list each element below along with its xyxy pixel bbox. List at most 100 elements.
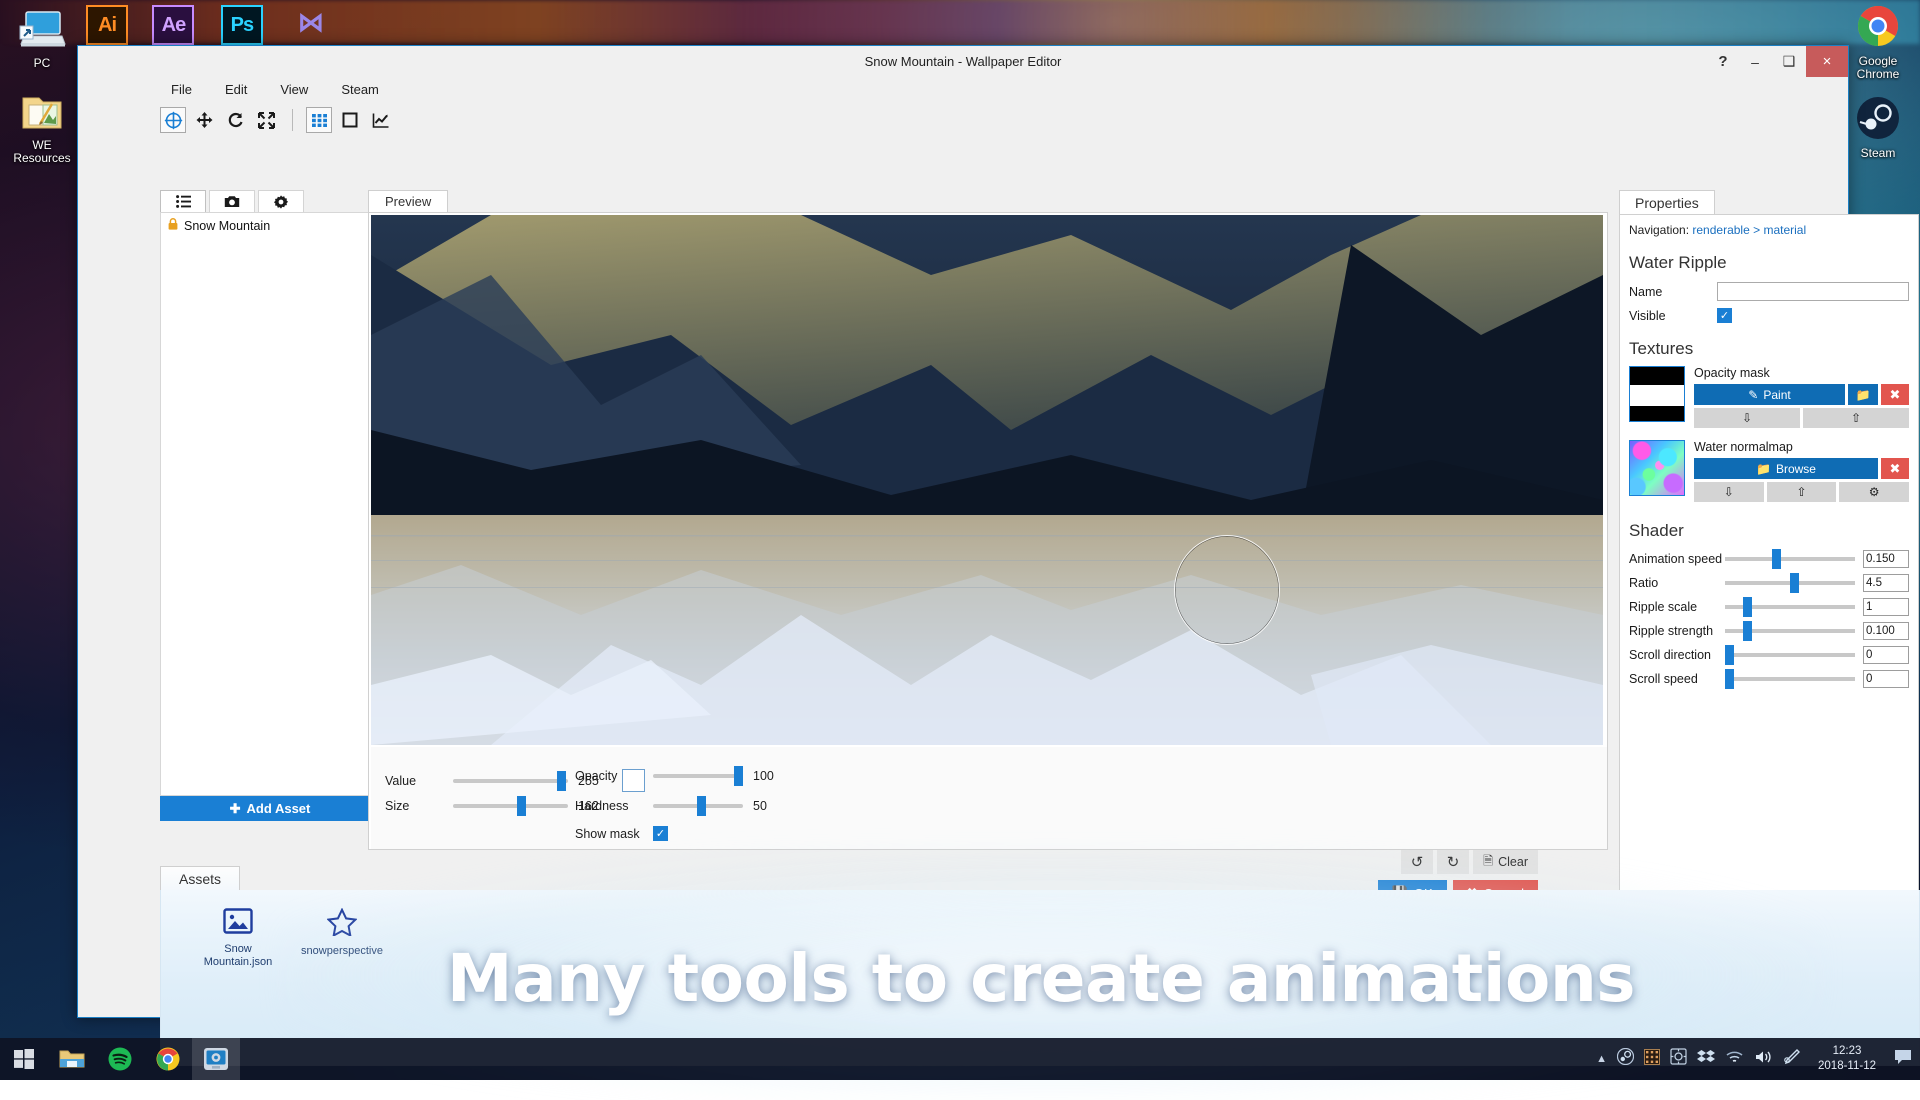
desktop-icon-chrome[interactable]: Google Chrome <box>1840 4 1916 81</box>
shader-param-slider[interactable] <box>1725 581 1855 585</box>
preview-panel: Preview <box>368 190 1618 850</box>
dropbox-tray-icon[interactable] <box>1697 1049 1715 1070</box>
desktop-icon-steam[interactable]: Steam <box>1840 96 1916 160</box>
asset-tile-snow-mountain-json[interactable]: Snow Mountain.json <box>183 908 293 969</box>
brush-hardness-slider[interactable] <box>653 804 743 808</box>
scale-tool-button[interactable] <box>253 107 279 133</box>
water-normalmap-thumbnail[interactable] <box>1629 440 1685 496</box>
visual-studio-icon[interactable]: ⋈ <box>289 2 331 42</box>
slider-thumb[interactable] <box>557 771 566 791</box>
slider-thumb[interactable] <box>697 796 706 816</box>
photoshop-icon[interactable]: Ps <box>221 5 263 45</box>
file-explorer-button[interactable] <box>48 1038 96 1080</box>
opacity-mask-delete-button[interactable]: ✖ <box>1881 384 1909 405</box>
steam-tray-icon[interactable] <box>1617 1048 1634 1070</box>
notification-icon[interactable] <box>1894 1049 1912 1070</box>
wallpaper-engine-tray-icon[interactable] <box>1644 1049 1660 1070</box>
rotate-tool-button[interactable] <box>222 107 248 133</box>
maximize-button[interactable]: ❑ <box>1772 46 1806 77</box>
speaker-icon[interactable] <box>1754 1049 1773 1070</box>
brush-hardness-readout: 50 <box>753 799 767 813</box>
opacity-mask-export-button[interactable]: ⇧ <box>1803 408 1909 428</box>
wallpaper-engine-button[interactable] <box>192 1038 240 1080</box>
texture-opacity-mask: Opacity mask ✎ Paint 📁 ✖ <box>1629 366 1909 431</box>
image-file-icon <box>183 908 293 938</box>
minimize-button[interactable]: – <box>1738 46 1772 77</box>
tab-properties[interactable]: Properties <box>1619 190 1715 214</box>
shader-param-animation-speed: Animation speed 0.150 <box>1629 550 1909 568</box>
asset-tree[interactable]: Snow Mountain <box>160 212 380 796</box>
slider-thumb[interactable] <box>1743 621 1752 641</box>
breadcrumb-renderable[interactable]: renderable <box>1692 223 1749 237</box>
spotify-button[interactable] <box>96 1038 144 1080</box>
chrome-button[interactable] <box>144 1038 192 1080</box>
layers-tab[interactable] <box>160 190 206 212</box>
name-input[interactable] <box>1717 282 1909 301</box>
chevron-up-icon[interactable]: ▲ <box>1596 1053 1607 1065</box>
slider-thumb[interactable] <box>1790 573 1799 593</box>
bounds-toggle-button[interactable] <box>337 107 363 133</box>
breadcrumb-material[interactable]: material <box>1763 223 1806 237</box>
name-row: Name <box>1629 282 1909 301</box>
water-normalmap-delete-button[interactable]: ✖ <box>1881 458 1909 479</box>
desktop-icon-we-resources[interactable]: WE Resources <box>4 92 80 165</box>
menu-item-edit[interactable]: Edit <box>222 80 250 99</box>
graph-toggle-button[interactable] <box>368 107 394 133</box>
select-tool-button[interactable] <box>160 107 186 133</box>
slider-thumb[interactable] <box>1725 669 1734 689</box>
help-button[interactable]: ? <box>1708 46 1738 77</box>
taskbar-clock[interactable]: 12:23 2018-11-12 <box>1810 1044 1884 1074</box>
illustrator-icon[interactable]: Ai <box>86 5 128 45</box>
water-normalmap-import-button[interactable]: ⇩ <box>1694 482 1764 502</box>
tab-assets[interactable]: Assets <box>160 866 240 890</box>
shader-param-value[interactable]: 0 <box>1863 646 1909 664</box>
slider-thumb[interactable] <box>734 766 743 786</box>
slider-thumb[interactable] <box>517 796 526 816</box>
shader-param-slider[interactable] <box>1725 557 1855 561</box>
slider-thumb[interactable] <box>1772 549 1781 569</box>
shader-param-label: Ripple scale <box>1629 600 1725 614</box>
shader-param-value[interactable]: 1 <box>1863 598 1909 616</box>
settings-tab[interactable] <box>258 190 304 212</box>
grid-toggle-button[interactable] <box>306 107 332 133</box>
preview-canvas[interactable] <box>371 215 1603 745</box>
desktop-icon-pc[interactable]: PC <box>4 8 80 70</box>
start-button[interactable] <box>0 1038 48 1080</box>
menu-item-view[interactable]: View <box>277 80 311 99</box>
add-asset-button[interactable]: ✚ Add Asset <box>160 796 380 821</box>
shader-param-slider[interactable] <box>1725 653 1855 657</box>
water-normalmap-export-button[interactable]: ⇧ <box>1767 482 1837 502</box>
tab-preview[interactable]: Preview <box>368 190 448 212</box>
slider-thumb[interactable] <box>1725 645 1734 665</box>
menu-item-file[interactable]: File <box>168 80 195 99</box>
after-effects-icon[interactable]: Ae <box>152 5 194 45</box>
window-titlebar[interactable]: Snow Mountain - Wallpaper Editor ? – ❑ × <box>78 46 1848 77</box>
shader-param-value[interactable]: 4.5 <box>1863 574 1909 592</box>
opacity-mask-import-button[interactable]: ⇩ <box>1694 408 1800 428</box>
slider-thumb[interactable] <box>1743 597 1752 617</box>
pen-icon[interactable] <box>1783 1049 1800 1070</box>
opacity-mask-thumbnail[interactable] <box>1629 366 1685 422</box>
shader-param-value[interactable]: 0.100 <box>1863 622 1909 640</box>
camera-tab[interactable] <box>209 190 255 212</box>
visible-checkbox[interactable]: ✓ <box>1717 308 1732 323</box>
water-normalmap-settings-button[interactable]: ⚙ <box>1839 482 1909 502</box>
menu-item-steam[interactable]: Steam <box>338 80 382 99</box>
wifi-icon[interactable] <box>1725 1049 1744 1070</box>
paint-button[interactable]: ✎ Paint <box>1694 384 1845 405</box>
shader-param-value[interactable]: 0 <box>1863 670 1909 688</box>
browse-button[interactable]: 📁 Browse <box>1694 458 1878 479</box>
shader-param-value[interactable]: 0.150 <box>1863 550 1909 568</box>
opacity-mask-browse-button[interactable]: 📁 <box>1848 384 1878 405</box>
nvidia-tray-icon[interactable] <box>1670 1048 1687 1070</box>
close-button[interactable]: × <box>1806 46 1848 77</box>
asset-tree-item[interactable]: Snow Mountain <box>161 213 379 238</box>
shader-param-slider[interactable] <box>1725 629 1855 633</box>
shader-param-slider[interactable] <box>1725 605 1855 609</box>
brush-opacity-slider[interactable] <box>653 774 743 778</box>
show-mask-checkbox[interactable]: ✓ <box>653 826 668 841</box>
brush-value-slider[interactable] <box>453 779 568 783</box>
brush-size-slider[interactable] <box>453 804 568 808</box>
shader-param-slider[interactable] <box>1725 677 1855 681</box>
move-tool-button[interactable] <box>191 107 217 133</box>
